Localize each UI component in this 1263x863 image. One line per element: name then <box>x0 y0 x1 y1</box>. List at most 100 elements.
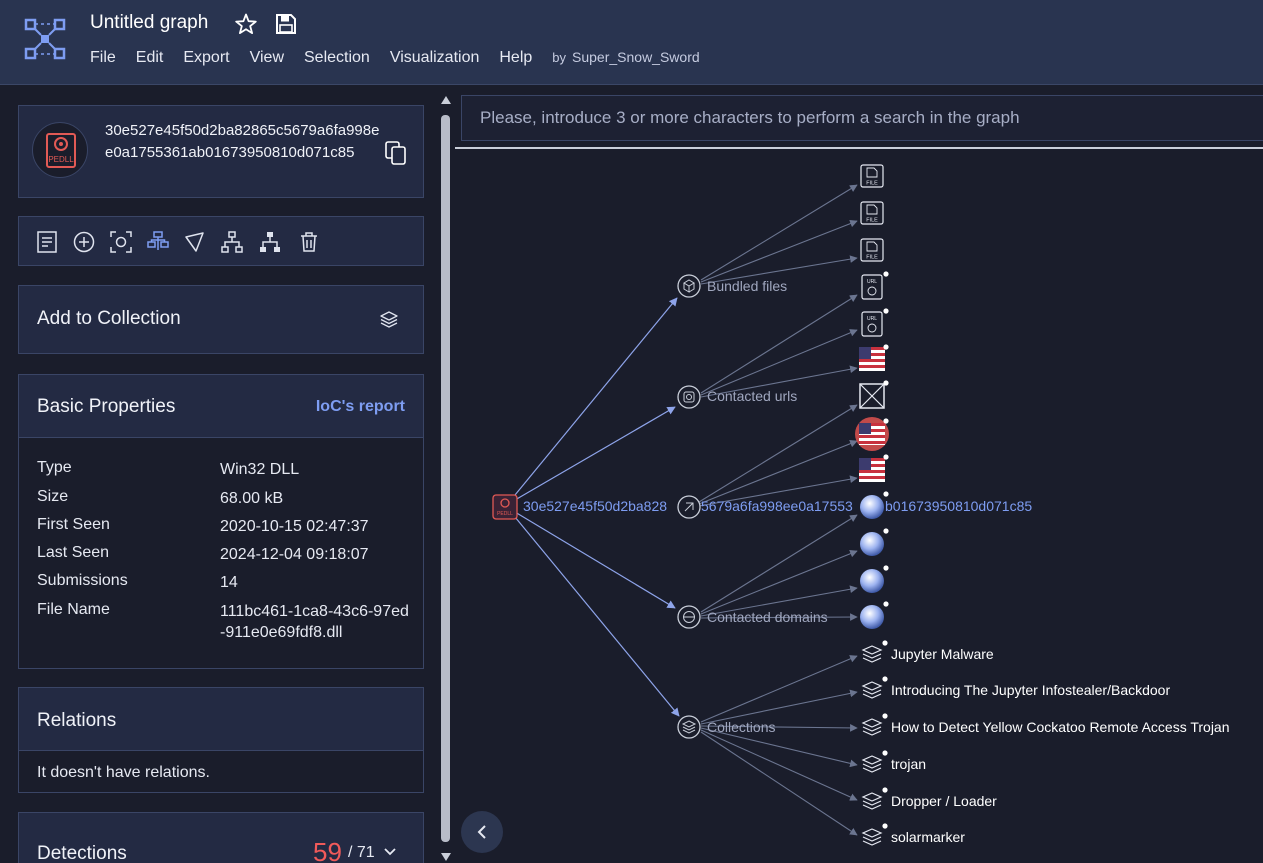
graph-visualization[interactable]: PEDLL 30e527e45f50d2ba828 5679a6fa998ee0… <box>455 85 1263 863</box>
menu-help[interactable]: Help <box>499 49 532 67</box>
scrollbar-thumb[interactable] <box>441 115 450 842</box>
graph-logo-icon[interactable] <box>24 18 66 60</box>
url-node[interactable]: URL <box>861 271 889 300</box>
node-hash-card: PEDLL 30e527e45f50d2ba82865c5679a6fa998e… <box>18 105 424 198</box>
menu-selection[interactable]: Selection <box>304 49 370 67</box>
graph-canvas[interactable]: PEDLL 30e527e45f50d2ba828 5679a6fa998ee0… <box>455 85 1263 863</box>
relations-empty-text: It doesn't have relations. <box>37 764 210 781</box>
group-node-contacted-domains[interactable] <box>677 605 701 629</box>
menu-visualization[interactable]: Visualization <box>390 49 480 67</box>
us-flag-node-selected[interactable] <box>855 417 889 451</box>
menu-view[interactable]: View <box>250 49 284 67</box>
collection-node[interactable] <box>861 823 888 846</box>
relations-header: Relations <box>19 688 423 751</box>
group-node-contacted-urls[interactable] <box>677 385 701 409</box>
property-value: 68.00 kB <box>220 490 284 507</box>
notes-icon[interactable] <box>35 230 59 254</box>
add-to-collection-button[interactable]: Add to Collection <box>18 285 424 354</box>
svg-text:URL: URL <box>867 279 877 285</box>
group-label-contacted-domains[interactable]: Contacted domains <box>707 609 828 625</box>
group-node-collections[interactable] <box>677 715 701 739</box>
domain-globe-node[interactable] <box>860 565 889 593</box>
node-hash-value[interactable]: 30e527e45f50d2ba82865c5679a6fa998ee0a175… <box>105 120 385 164</box>
detections-total: / 71 <box>348 844 375 861</box>
add-node-icon[interactable] <box>72 230 96 254</box>
trash-icon[interactable] <box>297 230 321 254</box>
us-flag-node[interactable] <box>859 454 889 482</box>
url-node[interactable]: URL <box>861 308 889 337</box>
us-flag-node[interactable] <box>859 344 889 371</box>
basic-properties-title: Basic Properties <box>37 396 176 417</box>
collection-label[interactable]: solarmarker <box>891 829 965 845</box>
domain-globe-node[interactable] <box>860 528 889 556</box>
detections-card[interactable]: Detections 59 / 71 <box>18 812 424 863</box>
hierarchy-filled-icon[interactable] <box>258 230 282 254</box>
collection-label[interactable]: Dropper / Loader <box>891 793 997 809</box>
unknown-country-node[interactable] <box>859 380 889 409</box>
svg-text:FILE: FILE <box>866 255 878 261</box>
group-label-contacted-urls[interactable]: Contacted urls <box>707 388 797 404</box>
property-key: First Seen <box>37 516 110 533</box>
property-key: Size <box>37 488 69 505</box>
left-panel-scrollbar[interactable] <box>437 85 455 863</box>
pedll-file-avatar: PEDLL <box>32 122 88 178</box>
svg-text:FILE: FILE <box>866 181 878 187</box>
ioc-report-link[interactable]: IoC's report <box>316 398 405 416</box>
property-key: File Name <box>37 601 110 618</box>
collection-node[interactable] <box>861 787 888 810</box>
group-node-relation-hub[interactable] <box>677 495 701 519</box>
collection-icon[interactable] <box>379 310 399 330</box>
save-icon[interactable] <box>274 12 298 36</box>
collection-label[interactable]: trojan <box>891 756 926 772</box>
menu-bar: File Edit Export View Selection Visualiz… <box>90 49 700 67</box>
collection-label[interactable]: How to Detect Yellow Cockatoo Remote Acc… <box>891 719 1230 735</box>
star-icon[interactable] <box>234 12 258 36</box>
property-value: 14 <box>220 574 238 591</box>
app-header: Untitled graph File Edit Export View Sel… <box>0 0 1263 85</box>
detections-count: 59 <box>313 837 342 863</box>
collection-node[interactable] <box>861 750 888 773</box>
menu-edit[interactable]: Edit <box>136 49 164 67</box>
collection-node[interactable] <box>861 676 888 699</box>
menu-export[interactable]: Export <box>183 49 229 67</box>
property-value: 2020-10-15 02:47:37 <box>220 518 369 535</box>
graph-title[interactable]: Untitled graph <box>90 12 208 34</box>
relations-card: Relations It doesn't have relations. <box>18 687 424 793</box>
svg-text:PEDLL: PEDLL <box>497 511 513 517</box>
svg-text:FILE: FILE <box>866 218 878 224</box>
svg-text:URL: URL <box>867 316 877 322</box>
root-node-label[interactable]: 30e527e45f50d2ba828 <box>523 498 667 514</box>
add-to-collection-label: Add to Collection <box>37 308 181 329</box>
menu-file[interactable]: File <box>90 49 116 67</box>
file-node[interactable]: FILE <box>860 164 884 188</box>
node-toolbar <box>18 216 424 266</box>
highlight-icon[interactable] <box>183 230 207 254</box>
detections-title: Detections <box>37 843 127 863</box>
chevron-down-icon[interactable] <box>383 847 397 857</box>
scroll-down-arrow-icon[interactable] <box>440 852 452 862</box>
property-key: Submissions <box>37 572 128 589</box>
property-key: Type <box>37 459 72 476</box>
chevron-left-icon <box>477 825 486 839</box>
hierarchy-icon[interactable] <box>220 230 244 254</box>
expand-relations-icon[interactable] <box>146 230 170 254</box>
domain-globe-node[interactable] <box>860 601 889 629</box>
collection-node[interactable] <box>861 713 888 736</box>
file-node[interactable]: FILE <box>860 238 884 262</box>
group-label-bundled-files[interactable]: Bundled files <box>707 278 787 294</box>
property-key: Last Seen <box>37 544 110 561</box>
collection-node[interactable] <box>861 640 888 663</box>
author-name[interactable]: Super_Snow_Sword <box>572 49 700 65</box>
group-node-bundled-files[interactable] <box>677 274 701 298</box>
copy-icon[interactable] <box>384 140 408 166</box>
file-node[interactable]: FILE <box>860 201 884 225</box>
collapse-panel-button[interactable] <box>461 811 503 853</box>
scroll-up-arrow-icon[interactable] <box>440 95 452 105</box>
property-value: 2024-12-04 09:18:07 <box>220 546 369 563</box>
collection-label[interactable]: Jupyter Malware <box>891 646 994 662</box>
root-node-label-end: b01673950810d071c85 <box>885 498 1032 514</box>
collection-label[interactable]: Introducing The Jupyter Infostealer/Back… <box>891 682 1170 698</box>
focus-icon[interactable] <box>109 230 133 254</box>
root-file-node[interactable]: PEDLL <box>492 494 518 520</box>
group-label-collections[interactable]: Collections <box>707 719 775 735</box>
